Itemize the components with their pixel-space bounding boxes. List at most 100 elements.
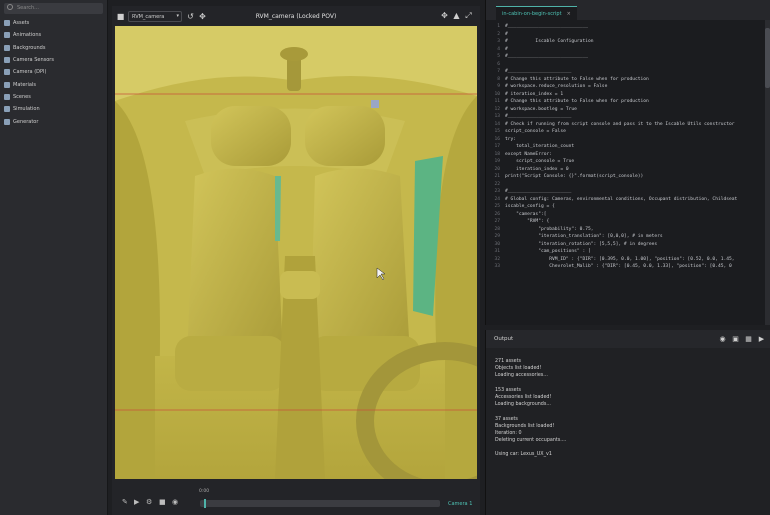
camera-select-value: RVM_camera (132, 13, 165, 20)
code-text: "probability": 0.75, (505, 226, 594, 232)
expand-icon[interactable]: ⤢ (464, 11, 473, 20)
sidebar-item-simulation[interactable]: Simulation (0, 103, 107, 115)
run-icon[interactable]: ▶ (757, 334, 766, 343)
pan-icon[interactable]: ✥ (198, 12, 207, 21)
code-line: 18 except NameError: (486, 151, 770, 159)
navigate-icon[interactable]: ▲ (452, 11, 461, 20)
scenes-icon (4, 93, 10, 100)
line-number: 24 (494, 196, 500, 202)
code-text: # workspace.reduce_resolution = False (505, 84, 608, 89)
play-icon[interactable]: ▶ (134, 498, 139, 506)
line-number: 2 (497, 31, 500, 37)
code-line: 3 # Iscable Configuration (486, 38, 770, 46)
move-icon[interactable]: ✥ (440, 11, 449, 20)
close-icon[interactable]: × (567, 11, 571, 20)
code-line: 25 iscable_config = { (486, 203, 770, 211)
search-input[interactable]: Search... (4, 3, 103, 14)
sidebar-item-materials[interactable]: Materials (0, 78, 107, 90)
line-number: 5 (497, 54, 500, 59)
line-number: 4 (497, 46, 500, 52)
code-line: 24 # Global config: Cameras, environmenta… (486, 196, 770, 204)
search-placeholder: Search... (17, 5, 39, 11)
code-text: # Change this attribute to False when fo… (505, 99, 649, 104)
timeline-scrubber[interactable] (200, 499, 440, 508)
code-line: 21 print("Script Console: {}".format(scri… (486, 173, 770, 181)
output-line: Objects list loaded! (495, 366, 542, 372)
sidebar-item-camera-dpi[interactable]: Camera (DPI) (0, 66, 107, 78)
sidebar-item-label: Materials (13, 81, 36, 88)
line-number: 23 (494, 189, 500, 194)
timeline-marker[interactable] (204, 499, 206, 508)
pen-icon[interactable]: ✎ (122, 498, 128, 506)
line-number: 27 (494, 219, 500, 224)
line-number: 10 (494, 91, 500, 97)
rotate-icon[interactable]: ↺ (186, 12, 195, 21)
sidebar-item-animations[interactable]: Animations (0, 29, 107, 41)
code-text: # iteration_index = 1 (505, 91, 564, 97)
scrollbar-thumb[interactable] (765, 28, 770, 88)
code-line: 11 # Change this attribute to False when … (486, 98, 770, 106)
settings-icon[interactable]: ⚙ (146, 498, 152, 506)
line-number: 31 (494, 249, 500, 254)
code-text: "iteration_rotation": [5,5,5], # in degr… (505, 241, 658, 247)
sidebar-item-label: Scenes (13, 93, 31, 100)
sidebar-item-label: Assets (13, 20, 30, 27)
viewport-right-tools: ✥ ▲ ⤢ (440, 11, 476, 21)
copy-icon[interactable]: ▣ (731, 334, 740, 343)
code-line: 15 script_console = False (486, 128, 770, 136)
code-text: "iteration_translation": [0,0,0], # in m… (505, 234, 663, 239)
lock-icon[interactable]: ◉ (718, 334, 727, 343)
code-text: except NameError: (505, 151, 553, 157)
code-text: # Change this attribute to False when fo… (505, 76, 649, 82)
output-line: Accessories list loaded! (495, 394, 552, 400)
output-header: Output ◉ ▣ ▦ ▶ (486, 330, 770, 348)
code-line: 14 # Check if running from script console… (486, 121, 770, 129)
sidebar-item-label: Animations (13, 32, 42, 39)
line-number: 25 (494, 204, 500, 209)
sidebar-item-backgrounds[interactable]: Backgrounds (0, 42, 107, 54)
code-line: 4 # (486, 46, 770, 54)
3d-viewport[interactable] (115, 26, 477, 479)
assets-icon (4, 20, 10, 27)
code-text: # Check if running from script console a… (505, 121, 735, 127)
line-number: 8 (497, 76, 500, 82)
code-line: 28 "probability": 0.75, (486, 226, 770, 234)
code-line: 23 #_______________________ (486, 188, 770, 196)
sidebar-item-assets[interactable]: Assets (0, 17, 107, 29)
record-icon[interactable]: ◉ (172, 498, 178, 506)
code-area[interactable]: 1 #_____________________________ 2 #3 # Isca… (486, 20, 770, 271)
line-number: 14 (494, 121, 500, 127)
code-line: 13 #_______________________ (486, 113, 770, 121)
stop-icon[interactable]: ■ (159, 498, 166, 506)
camera-icon[interactable]: ■ (116, 12, 125, 21)
camera-select[interactable]: RVM_camera ▾ (128, 10, 182, 22)
tab-script[interactable]: in-cabin-on-begin-script × (496, 6, 577, 20)
code-text: iteration_index = 0 (505, 166, 569, 172)
line-number: 29 (494, 234, 500, 239)
line-number: 18 (494, 151, 500, 157)
code-text: iscable_config = { (505, 204, 555, 209)
materials-icon (4, 81, 10, 88)
sidebar-item-label: Backgrounds (13, 44, 46, 51)
search-icon (7, 4, 13, 10)
code-text: #_______________________ (505, 114, 572, 119)
viewport-panel: ■ RVM_camera ▾ ↺ ✥ RVM_camera (Locked PO… (112, 6, 480, 515)
output-line: 271 assets (495, 359, 521, 364)
sidebar-item-scenes[interactable]: Scenes (0, 91, 107, 103)
editor-scrollbar[interactable] (765, 20, 770, 325)
code-line: 12 # workspace.bootleg = True (486, 106, 770, 114)
output-line: Backgrounds list loaded! (495, 423, 555, 429)
code-line: 31 "cam_positions" : [ (486, 248, 770, 256)
output-line: Using car: Lexus_UX_v1 (495, 452, 552, 458)
code-line: 8 # Change this attribute to False when f… (486, 76, 770, 84)
code-text: print("Script Console: {}".format(script… (505, 174, 644, 179)
sidebar-item-label: Camera (DPI) (13, 69, 47, 76)
code-line: 29 "iteration_translation": [0,0,0], # i… (486, 233, 770, 241)
camera-label[interactable]: Camera 1 (448, 501, 472, 507)
clear-icon[interactable]: ▦ (744, 334, 753, 343)
sidebar-item-camera-sensors[interactable]: Camera Sensors (0, 54, 107, 66)
simulation-icon (4, 106, 10, 113)
sidebar-item-generator[interactable]: Generator (0, 115, 107, 127)
camera-icon (4, 69, 10, 76)
